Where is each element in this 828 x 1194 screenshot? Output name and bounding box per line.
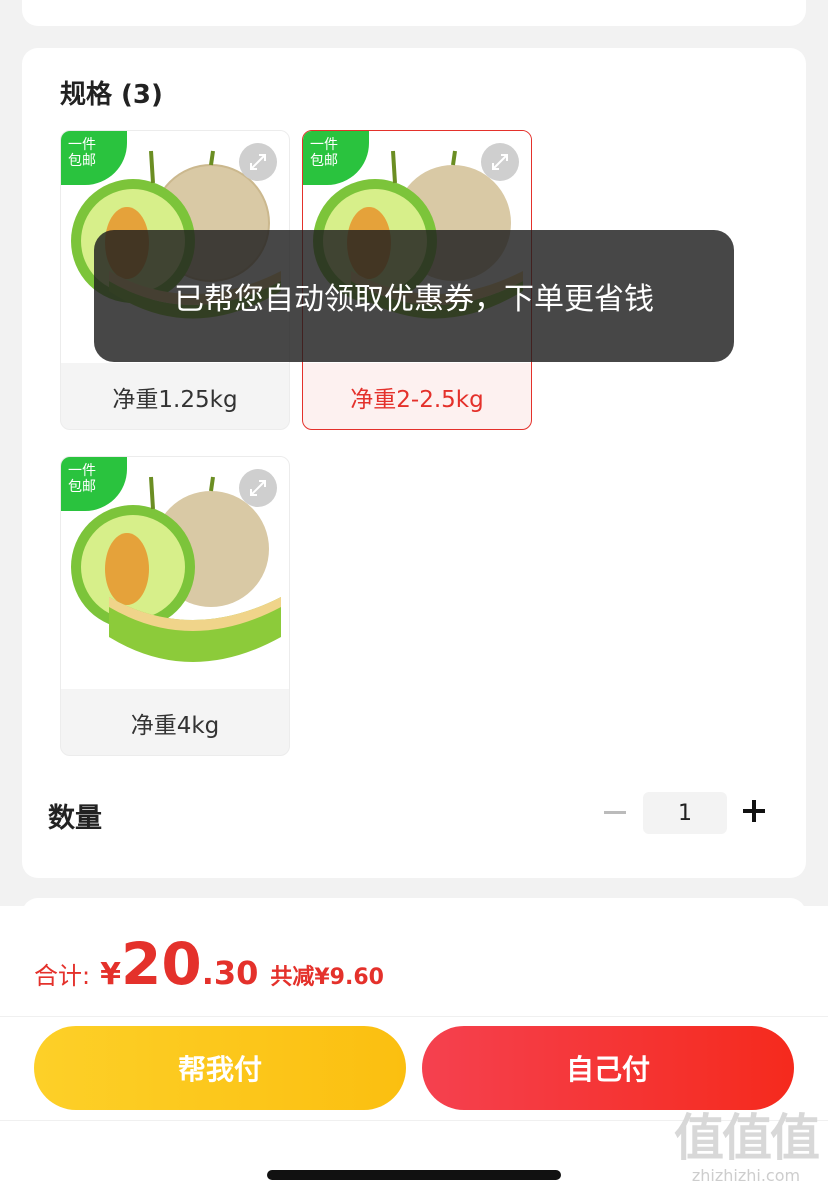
watermark-logo: 值值值 — [674, 1109, 820, 1167]
minus-icon[interactable] — [604, 811, 626, 814]
divider — [0, 1016, 828, 1017]
spec-option-label: 净重1.25kg — [112, 387, 238, 413]
expand-icon[interactable] — [239, 469, 277, 507]
discount-text: 共减¥9.60 — [270, 965, 384, 990]
currency-symbol: ¥ — [100, 957, 121, 992]
expand-icon[interactable] — [481, 143, 519, 181]
spec-card: 规格 (3) 一件 包邮 净重1.25kg 一件 包邮 净重2-2.5kg 一件… — [22, 48, 806, 878]
previous-card — [22, 0, 806, 26]
quantity-label: 数量 — [48, 803, 102, 834]
total-decimal: .30 — [201, 954, 259, 992]
spec-option-label: 净重2-2.5kg — [350, 387, 484, 413]
quantity-input[interactable]: 1 — [643, 792, 727, 834]
total-integer: 20 — [120, 930, 202, 998]
self-pay-button[interactable]: 自己付 — [422, 1026, 794, 1110]
spec-title: 规格 (3) — [60, 80, 163, 110]
home-indicator — [267, 1170, 561, 1180]
watermark: 值值值 zhizhizhi.com — [674, 1109, 820, 1185]
total-price: 合计: ¥ 20 .30 共减¥9.60 — [34, 930, 384, 998]
expand-icon[interactable] — [239, 143, 277, 181]
spec-option-label: 净重4kg — [130, 713, 220, 739]
toast-message: 已帮您自动领取优惠券，下单更省钱 — [94, 230, 734, 362]
plus-icon[interactable] — [743, 800, 765, 822]
watermark-site: zhizhizhi.com — [691, 1166, 801, 1185]
spec-option-3[interactable]: 一件 包邮 净重4kg — [60, 456, 290, 756]
help-pay-button[interactable]: 帮我付 — [34, 1026, 406, 1110]
total-label: 合计: — [34, 962, 91, 990]
